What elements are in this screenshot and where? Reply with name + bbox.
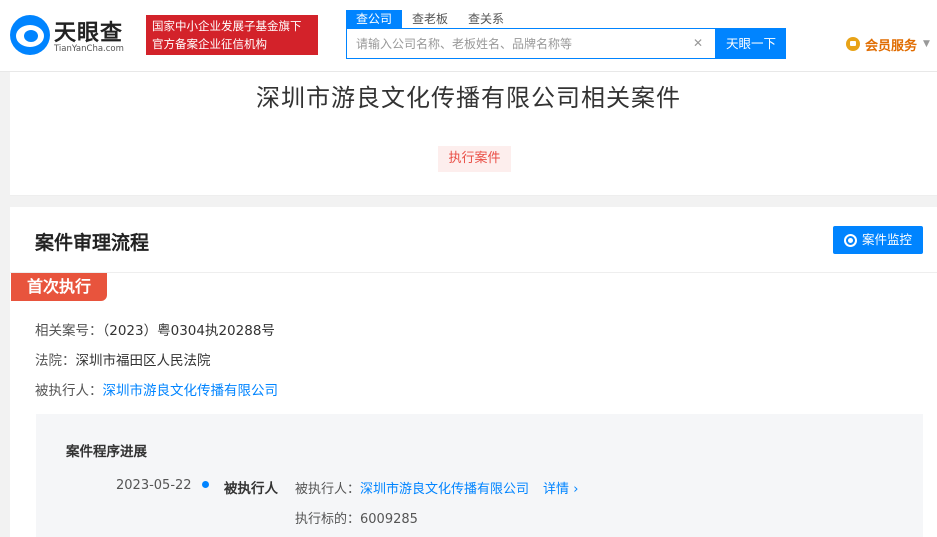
executee-label: 被执行人： [35,383,103,399]
official-badge: 国家中小企业发展子基金旗下 官方备案企业征信机构 [146,15,318,55]
monitor-label: 案件监控 [861,232,912,247]
amount-label: 执行标的： [295,512,361,527]
details-link[interactable]: 详情 › [543,482,578,497]
execution-amount: 执行标的：6009285 [295,508,418,527]
logo-text: 天眼查 [54,21,124,46]
amount-value: 6009285 [360,512,418,527]
crown-icon [846,37,860,51]
court-row: 法院：深圳市福田区人民法院 [35,349,211,369]
divider [10,272,937,273]
case-type-tag[interactable]: 执行案件 [438,146,511,172]
search-tabs: 查公司 查老板 查关系 [346,10,514,28]
executee-row: 被执行人：深圳市游良文化传播有限公司 [35,379,278,399]
badge-line-1: 国家中小企业发展子基金旗下 [152,19,302,33]
case-monitor-button[interactable]: 案件监控 [833,226,923,254]
search-button[interactable]: 天眼一下 [716,28,786,59]
case-progress-panel: 案件程序进展 2023-05-22 被执行人 被执行人：深圳市游良文化传播有限公… [36,414,923,537]
badge-line-2: 官方备案企业征信机构 [152,37,267,51]
executee-link[interactable]: 深圳市游良文化传播有限公司 [103,383,279,399]
clear-icon[interactable]: ✕ [691,36,705,50]
court-label: 法院： [35,353,76,369]
title-card: 深圳市游良文化传播有限公司相关案件 执行案件 [10,72,937,196]
tab-company[interactable]: 查公司 [346,10,403,28]
detail-company-link[interactable]: 深圳市游良文化传播有限公司 [360,482,529,497]
tab-relation[interactable]: 查关系 [458,10,514,28]
eye-logo-icon [10,15,50,55]
case-number-row: 相关案号：（2023）粤0304执20288号 [35,319,275,339]
details-label: 详情 [543,482,570,497]
caret-down-icon: ▼ [923,39,930,49]
search-box: ✕ [346,28,716,59]
case-process-card: 案件审理流程 案件监控 首次执行 相关案号：（2023）粤0304执20288号… [10,207,937,537]
case-number: （2023）粤0304执20288号 [102,323,275,339]
logo-domain: TianYanCha.com [54,44,124,54]
page-title: 深圳市游良文化传播有限公司相关案件 [256,84,681,112]
progress-detail: 被执行人：深圳市游良文化传播有限公司 详情 › [295,478,578,497]
vip-label: 会员服务 [865,38,918,54]
top-header: 天眼查 TianYanCha.com 国家中小企业发展子基金旗下 官方备案企业征… [0,0,937,72]
detail-label: 被执行人： [295,482,361,497]
chevron-right-icon: › [573,482,579,497]
timeline-dot [202,481,209,488]
vip-service-menu[interactable]: 会员服务 ▼ [846,36,930,54]
monitor-icon [843,233,857,247]
progress-role: 被执行人 [224,481,278,497]
case-number-label: 相关案号： [35,323,103,339]
search-input[interactable] [347,29,687,58]
tab-boss[interactable]: 查老板 [402,10,458,28]
section-title: 案件审理流程 [35,232,150,254]
progress-date: 2023-05-22 [116,478,192,493]
stage-ribbon: 首次执行 [11,273,107,301]
tianyancha-logo[interactable]: 天眼查 TianYanCha.com [10,13,140,59]
court-name: 深圳市福田区人民法院 [75,353,211,369]
progress-title: 案件程序进展 [66,444,147,460]
